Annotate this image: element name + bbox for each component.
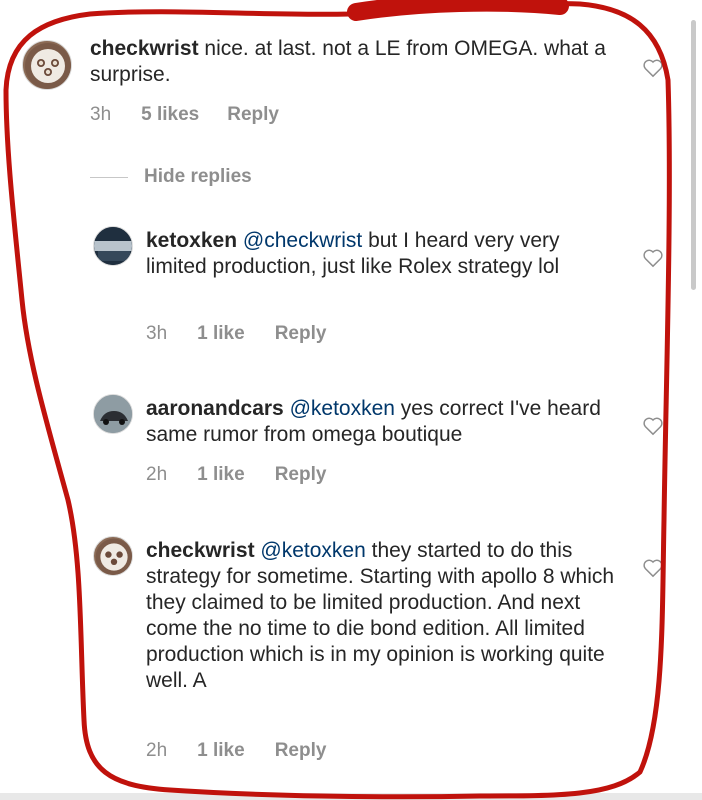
heart-outline-icon[interactable]: [642, 416, 664, 436]
comment-username[interactable]: aaronandcars: [146, 397, 284, 420]
avatar-aaronandcars[interactable]: [93, 394, 133, 434]
reply-button[interactable]: Reply: [227, 104, 279, 126]
mention-link[interactable]: @checkwrist: [243, 229, 362, 252]
comment-meta: 2h 1 like Reply: [146, 740, 326, 762]
hide-replies[interactable]: Hide replies: [90, 166, 252, 188]
comment-time: 2h: [146, 464, 168, 485]
comment-text: checkwrist nice. at last. not a LE from …: [90, 36, 630, 88]
avatar-checkwrist[interactable]: [93, 536, 133, 576]
heart-outline-icon[interactable]: [642, 248, 664, 268]
comment-text: checkwrist @ketoxken they started to do …: [146, 538, 616, 694]
likes-count[interactable]: 1 like: [197, 323, 245, 345]
comment-text: aaronandcars @ketoxken yes correct I've …: [146, 396, 616, 448]
divider: [90, 176, 128, 178]
comment-username[interactable]: checkwrist: [146, 539, 255, 562]
avatar-ketoxken[interactable]: [93, 226, 133, 266]
bottom-edge: [0, 793, 702, 800]
avatar-checkwrist[interactable]: [22, 40, 72, 90]
reply-button[interactable]: Reply: [275, 464, 327, 486]
reply-button[interactable]: Reply: [275, 740, 327, 762]
avatar-image-icon: [94, 227, 132, 265]
comment-time: 3h: [146, 323, 168, 344]
reply-button[interactable]: Reply: [275, 323, 327, 345]
comment-meta: 3h 5 likes Reply: [90, 104, 279, 126]
likes-count[interactable]: 1 like: [197, 464, 245, 486]
hide-replies-label[interactable]: Hide replies: [144, 166, 252, 188]
car-avatar-icon: [94, 395, 132, 433]
watch-avatar-icon: [25, 43, 71, 89]
likes-count[interactable]: 5 likes: [141, 104, 199, 126]
comment-meta: 2h 1 like Reply: [146, 464, 326, 486]
mention-link[interactable]: @ketoxken: [290, 397, 395, 420]
comment-time: 2h: [146, 740, 168, 761]
comment-username[interactable]: ketoxken: [146, 229, 237, 252]
likes-count[interactable]: 1 like: [197, 740, 245, 762]
comment-time: 3h: [90, 104, 112, 125]
watch-avatar-icon: [95, 538, 132, 575]
comment-meta: 3h 1 like Reply: [146, 323, 326, 345]
heart-outline-icon[interactable]: [642, 58, 664, 78]
scrollbar[interactable]: [691, 20, 696, 290]
mention-link[interactable]: @ketoxken: [260, 539, 365, 562]
heart-outline-icon[interactable]: [642, 558, 664, 578]
comment-text: ketoxken @checkwrist but I heard very ve…: [146, 228, 616, 280]
comment-username[interactable]: checkwrist: [90, 37, 199, 60]
